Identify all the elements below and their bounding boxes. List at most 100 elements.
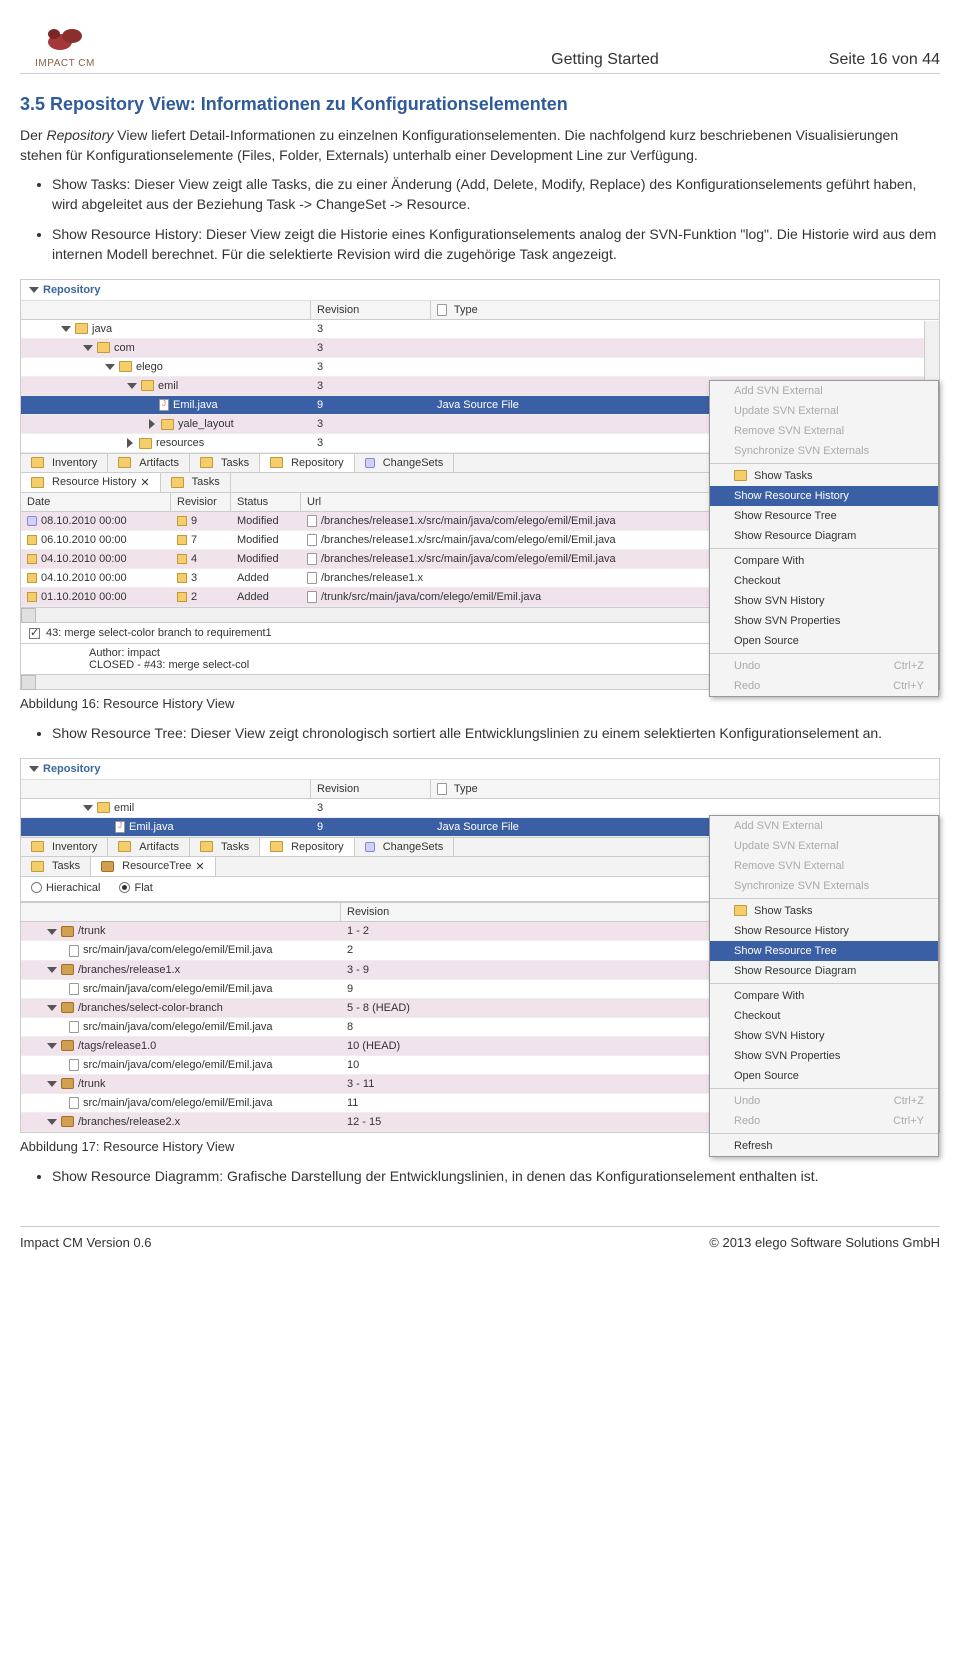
file-icon [307,591,317,603]
menu-item: RedoCtrl+Y [710,676,938,696]
file-icon [307,553,317,565]
radio-flat[interactable]: Flat [119,882,152,894]
menu-item: Update SVN External [710,836,938,856]
menu-item[interactable]: Show Resource Diagram [710,961,938,981]
menu-item: Add SVN External [710,816,938,836]
menu-item[interactable]: Open Source [710,1066,938,1086]
type-icon [437,783,447,795]
tab-changesets[interactable]: ChangeSets [355,838,455,856]
menu-item: Add SVN External [710,381,938,401]
menu-item: Remove SVN External [710,856,938,876]
menu-item: Remove SVN External [710,421,938,441]
package-icon [61,1116,74,1127]
screenshot-resource-tree: Repository Revision Type emil3Emil.java9… [20,758,940,1133]
tab-icon [118,457,131,468]
repository-panel-header[interactable]: Repository [21,759,939,780]
tab-icon [270,457,283,468]
tab-repository[interactable]: Repository [260,838,355,856]
menu-item[interactable]: Refresh [710,1136,938,1156]
repository-panel-header[interactable]: Repository [21,280,939,301]
tab-icon [200,457,213,468]
radio-hierarchical[interactable]: Hierachical [31,882,100,894]
menu-item[interactable]: Show Resource Tree [710,941,938,961]
file-icon [307,515,317,527]
file-icon [69,1059,79,1071]
section-heading: 3.5 Repository View: Informationen zu Ko… [20,94,940,115]
folder-icon [97,802,110,813]
file-icon [69,945,79,957]
footer-version: Impact CM Version 0.6 [20,1235,152,1250]
tab-tasks[interactable]: Tasks [21,857,91,876]
bullet-show-tasks: Show Tasks: Dieser View zeigt alle Tasks… [52,174,940,215]
package-icon [61,926,74,937]
tab-icon [31,457,44,468]
history-icon [31,477,44,488]
intro-paragraph: Der Repository View liefert Detail-Infor… [20,125,940,166]
tab-artifacts[interactable]: Artifacts [108,454,190,472]
package-icon [61,1040,74,1051]
menu-item[interactable]: Show SVN History [710,1026,938,1046]
menu-item[interactable]: Show SVN History [710,591,938,611]
menu-item[interactable]: Checkout [710,1006,938,1026]
menu-item: Synchronize SVN Externals [710,441,938,461]
menu-item[interactable]: Show Resource Tree [710,506,938,526]
tree-row[interactable]: java3 [21,320,939,339]
menu-item[interactable]: Open Source [710,631,938,651]
folder-icon [161,419,174,430]
menu-item[interactable]: Checkout [710,571,938,591]
tab-tasks[interactable]: Tasks [190,454,260,472]
tab-icon [270,841,283,852]
menu-item[interactable]: Show Tasks [710,901,938,921]
tab-icon [365,458,375,468]
menu-item[interactable]: Show SVN Properties [710,1046,938,1066]
tab-inventory[interactable]: Inventory [21,454,108,472]
bullet-show-resource-tree: Show Resource Tree: Dieser View zeigt ch… [52,723,940,743]
menu-item[interactable]: Show Tasks [710,466,938,486]
logo: IMPACT CM [20,20,110,69]
tab-icon [200,841,213,852]
menu-item[interactable]: Show Resource History [710,486,938,506]
menu-item: Synchronize SVN Externals [710,876,938,896]
tree-row[interactable]: com3 [21,339,939,358]
tasks-icon [171,477,184,488]
tab-repository[interactable]: Repository [260,454,355,472]
menu-icon [734,470,747,481]
tab-icon [118,841,131,852]
tab-icon [31,841,44,852]
package-icon [61,964,74,975]
menu-item: RedoCtrl+Y [710,1111,938,1131]
repo-column-headers: Revision Type [21,780,939,799]
menu-item[interactable]: Show Resource History [710,921,938,941]
repo-column-headers: Revision Type [21,301,939,320]
doc-title: Getting Started [551,51,659,69]
task-checkbox[interactable] [29,628,40,639]
tab-changesets[interactable]: ChangeSets [355,454,455,472]
bullet-show-resource-history: Show Resource History: Dieser View zeigt… [52,224,940,265]
tab-inventory[interactable]: Inventory [21,838,108,856]
tab-tasks[interactable]: Tasks [190,838,260,856]
screenshot-resource-history: Repository Revision Type java3com3elego3… [20,279,940,691]
bullet-show-resource-diagram: Show Resource Diagramm: Grafische Darste… [52,1166,940,1186]
menu-item[interactable]: Show SVN Properties [710,611,938,631]
tab-tasks[interactable]: Tasks [161,473,231,492]
context-menu: Add SVN ExternalUpdate SVN ExternalRemov… [709,380,939,697]
page-footer: Impact CM Version 0.6 © 2013 elego Softw… [20,1226,940,1250]
java-icon [159,399,169,411]
folder-icon [97,342,110,353]
file-icon [69,1097,79,1109]
menu-item[interactable]: Compare With [710,986,938,1006]
menu-item[interactable]: Compare With [710,551,938,571]
package-icon [61,1078,74,1089]
menu-item[interactable]: Show Resource Diagram [710,526,938,546]
menu-item: UndoCtrl+Z [710,1091,938,1111]
rev-icon [27,516,37,526]
tab-artifacts[interactable]: Artifacts [108,838,190,856]
tree-row[interactable]: elego3 [21,358,939,377]
footer-copyright: © 2013 elego Software Solutions GmbH [709,1235,940,1250]
type-icon [437,304,447,316]
menu-item: UndoCtrl+Z [710,656,938,676]
page-header: IMPACT CM Getting Started Seite 16 von 4… [20,20,940,74]
tab-resource-history[interactable]: Resource History ✕ [21,473,161,492]
figure-caption-16: Abbildung 16: Resource History View [20,696,940,711]
tab-resourcetree[interactable]: ResourceTree ✕ [91,857,216,876]
